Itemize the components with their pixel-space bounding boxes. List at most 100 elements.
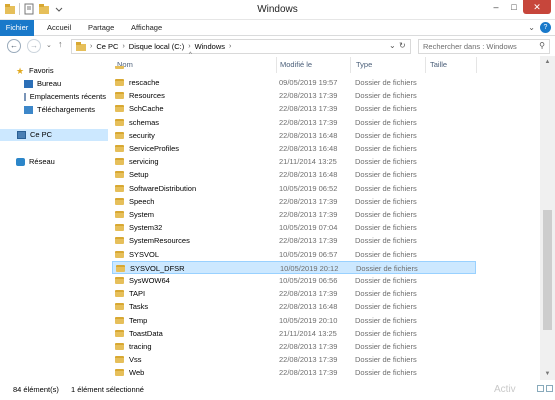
file-modified-date: 10/05/2019 06:57 [279,249,338,259]
folder-icon [115,303,124,311]
navigation-pane: ★ Favoris Bureau Emplacements récents Té… [0,56,108,380]
folder-icon [115,211,124,218]
folder-icon [115,131,124,139]
refresh-icon[interactable]: ↻ [399,41,406,50]
scrollbar-thumb[interactable] [543,210,552,330]
file-modified-date: 09/05/2019 19:57 [279,78,338,87]
address-dropdown-icon[interactable]: ⌄ [389,41,396,50]
tab-affichage[interactable]: Affichage [126,20,167,36]
search-icon[interactable]: ⚲ [539,41,545,50]
file-type: Dossier de fichiers [355,236,417,246]
selected-count: 1 élément sélectionné [71,385,144,394]
star-icon: ★ [16,65,25,76]
sort-ascending-icon: ^ [189,52,192,58]
breadcrumb-arrow-icon[interactable]: › [90,43,92,50]
forward-button[interactable]: → [27,39,41,53]
file-modified-date: 21/11/2014 13:25 [279,157,337,167]
folder-icon [115,250,124,258]
nav-favoris[interactable]: ★ Favoris [16,65,54,77]
table-row[interactable]: rescache 09/05/2019 19:57 Dossier de fichi… [112,76,476,89]
table-row[interactable]: security 22/08/2013 16:48 Dossier de fichi… [112,129,476,142]
file-type: Dossier de fichiers [355,210,417,219]
breadcrumb-arrow-icon[interactable]: › [122,43,124,50]
file-modified-date: 22/08/2013 17:39 [279,196,338,206]
table-row[interactable]: System32 10/05/2019 07:04 Dossier de fichi… [112,221,476,234]
file-type: Dossier de fichiers [355,91,417,101]
table-row[interactable]: Web 22/08/2013 17:39 Dossier de fichiers [112,366,476,379]
table-row[interactable]: schemas 22/08/2013 17:39 Dossier de fichie… [112,116,476,129]
expand-ribbon-icon[interactable]: ⌄ [528,23,535,32]
nav-emplacements[interactable]: Emplacements récents [24,91,106,103]
file-name: servicing [129,157,159,167]
breadcrumb-ce-pc[interactable]: Ce PC [96,42,118,51]
file-name: tracing [129,342,152,351]
table-row[interactable]: Setup 22/08/2013 16:48 Dossier de fichiers [112,168,476,181]
table-row[interactable]: Tasks 22/08/2013 16:48 Dossier de fichiers [112,300,476,313]
large-icons-view-icon[interactable] [546,385,553,392]
file-name: ServiceProfiles [129,144,180,153]
vertical-scrollbar[interactable]: ▲ ▼ [540,56,555,380]
file-modified-date: 10/05/2019 07:04 [279,223,338,233]
item-count: 84 élément(s) [13,385,59,394]
table-row[interactable]: Temp 10/05/2019 20:10 Dossier de fichiers [112,314,476,327]
file-name: Resources [129,91,165,101]
details-view-icon[interactable] [537,385,544,392]
search-input[interactable]: Rechercher dans : Windows ⚲ [418,39,550,54]
table-row[interactable]: System 22/08/2013 17:39 Dossier de fichier… [112,208,476,221]
nav-reseau[interactable]: Réseau [16,156,55,168]
address-bar[interactable]: › Ce PC › Disque local (C:) › Windows › … [71,39,411,54]
minimize-button[interactable]: – [487,0,505,14]
table-row[interactable]: Resources 22/08/2013 17:39 Dossier de fich… [112,89,476,102]
tab-partage[interactable]: Partage [83,20,119,36]
table-row[interactable]: SoftwareDistribution 10/05/2019 06:52 Doss… [112,182,476,195]
breadcrumb-disque-local[interactable]: Disque local (C:) [129,42,184,51]
help-icon[interactable]: ? [540,22,551,33]
file-type: Dossier de fichiers [355,276,417,285]
folder-icon [115,92,124,100]
file-modified-date: 10/05/2019 20:10 [279,315,338,325]
back-button[interactable]: ← [7,39,21,53]
file-type: Dossier de fichiers [355,342,417,351]
nav-ce-pc[interactable]: Ce PC [0,129,108,141]
file-type: Dossier de fichiers [355,249,417,259]
up-button[interactable]: ↑ [58,39,63,49]
table-row[interactable]: servicing 21/11/2014 13:25 Dossier de fich… [112,155,476,168]
table-row[interactable]: tracing 22/08/2013 17:39 Dossier de fichie… [112,340,476,353]
nav-emplacements-label: Emplacements récents [29,92,106,101]
search-placeholder: Rechercher dans : Windows [423,42,517,51]
folder-icon [115,369,124,377]
tab-fichier[interactable]: Fichier [0,20,34,36]
table-row[interactable]: Vss 22/08/2013 17:39 Dossier de fichiers [112,353,476,366]
file-type: Dossier de fichiers [355,355,417,365]
column-divider[interactable] [476,57,477,73]
file-name: Temp [129,315,148,325]
close-button[interactable]: ✕ [523,0,551,14]
nav-telechargements[interactable]: Téléchargements [24,104,95,116]
table-row[interactable]: SYSVOL_DFSR 10/05/2019 20:12 Dossier de fi… [112,260,476,274]
breadcrumb-arrow-icon[interactable]: › [229,43,231,50]
file-type: Dossier de fichiers [355,170,417,180]
tab-accueil[interactable]: Accueil [42,20,76,36]
table-row[interactable]: SysWOW64 10/05/2019 06:56 Dossier de fichi… [112,274,476,287]
table-row[interactable]: SchCache 22/08/2013 17:39 Dossier de fichi… [112,102,476,115]
table-row-partial[interactable] [112,66,476,72]
file-name: ToastData [129,328,163,338]
nav-bureau[interactable]: Bureau [24,78,61,90]
file-modified-date: 22/08/2013 17:39 [279,104,338,114]
maximize-button[interactable]: □ [505,0,523,14]
breadcrumb-arrow-icon[interactable]: › [188,43,190,50]
table-row[interactable]: TAPI 22/08/2013 17:39 Dossier de fichiers [112,287,476,300]
file-name: schemas [129,117,160,127]
table-row[interactable]: ServiceProfiles 22/08/2013 16:48 Dossier d… [112,142,476,155]
scroll-down-icon[interactable]: ▼ [540,368,555,380]
table-row[interactable]: SYSVOL 10/05/2019 06:57 Dossier de fichier… [112,248,476,261]
file-type: Dossier de fichiers [355,78,417,87]
nav-ce-pc-label: Ce PC [30,130,53,139]
recent-locations-icon[interactable]: ⌄ [46,41,52,49]
file-type: Dossier de fichiers [355,130,417,140]
scroll-up-icon[interactable]: ▲ [540,56,555,68]
table-row[interactable]: SystemResources 22/08/2013 17:39 Dossier d… [112,234,476,247]
table-row[interactable]: Speech 22/08/2013 17:39 Dossier de fichier… [112,195,476,208]
table-row[interactable]: ToastData 21/11/2014 13:25 Dossier de fich… [112,327,476,340]
breadcrumb-windows[interactable]: Windows [195,42,225,51]
